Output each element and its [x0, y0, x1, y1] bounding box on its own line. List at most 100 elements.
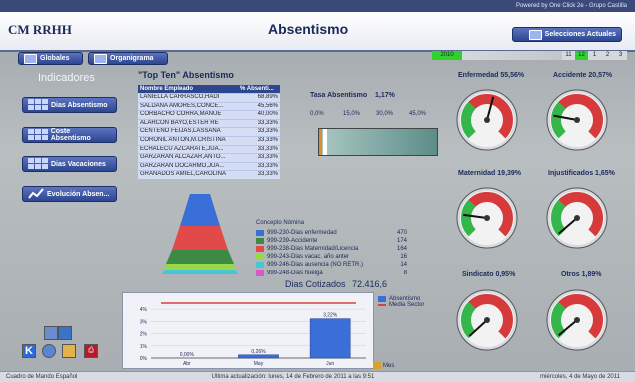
x-tick-label: Jun: [326, 361, 334, 367]
bar-data-label: 3,22%: [323, 313, 338, 319]
photo-icon[interactable]: [44, 326, 58, 340]
grid-icon: [28, 158, 48, 169]
gauge-hub: [574, 117, 580, 123]
gauge-label: Injustificados 1,65%: [548, 170, 615, 177]
accidente-gauge: [546, 89, 608, 151]
x-tick-label: Abr: [183, 361, 191, 367]
y-tick-label: 1%: [140, 344, 148, 350]
concept-value: 174: [396, 237, 407, 244]
gauge-hub: [484, 317, 490, 323]
concept-value: 14: [400, 261, 407, 268]
tasa-absentismo-value: 1,17%: [375, 92, 395, 99]
concept-label: 999-243-Dias vacac. año anter: [267, 253, 350, 260]
coste-absentismo-label: Coste Absentismo: [50, 128, 91, 142]
xlabel-text: Mes: [383, 362, 395, 369]
print-icon[interactable]: ⎙: [84, 344, 98, 358]
legend-swatch: [256, 261, 264, 268]
absence-percent: 33,33%: [238, 127, 280, 137]
employee-name: CORONIL ANTON,M.CRISTINA: [138, 135, 238, 146]
table-row[interactable]: CENTENO FEIJAS,LASSANA 33,33%: [138, 127, 280, 137]
concept-legend-item[interactable]: 999-248-Dias huelga 8: [256, 269, 416, 276]
people-icon[interactable]: [58, 326, 72, 340]
month-cell[interactable]: 11: [562, 51, 575, 60]
absence-percent: 33,33%: [238, 161, 280, 171]
month-cell[interactable]: 3: [614, 51, 627, 60]
legend-swatch: [378, 296, 386, 302]
month-toggle-icon[interactable]: [373, 362, 381, 369]
grid-icon: [28, 129, 48, 140]
absence-percent: 33,33%: [238, 144, 280, 154]
dias-cotizados-value: 72.416,6: [352, 279, 388, 289]
y-tick-label: 2%: [140, 332, 148, 338]
status-right: miércoles, 4 de Mayo de 2011: [540, 374, 620, 380]
gauge-label: Sindicato 0,95%: [462, 271, 516, 278]
dias-absentismo-button[interactable]: Dias Absentismo: [22, 97, 117, 113]
bar-data-label: 0,00%: [180, 352, 195, 358]
dias-vacaciones-button[interactable]: Dias Vacaciones: [22, 156, 117, 172]
bar-chart-legend: Absentismo Media Sector: [378, 296, 424, 308]
table-row[interactable]: ALARCON BAYO,ESTER RE 33,33%: [138, 118, 280, 128]
gauge-label: Otros 1,89%: [561, 271, 602, 278]
tasa-tick: 0,0%: [310, 111, 324, 117]
employee-name: LANIELLA CARRASCO,HADI: [138, 93, 238, 103]
absence-percent: 33,33%: [238, 135, 280, 146]
table-row[interactable]: LANIELLA CARRASCO,HADI 68,89%: [138, 93, 280, 103]
status-center: Ultima actualización: lunes, 14 de Febre…: [211, 374, 375, 380]
dias-cotizados-label: Dias Cotizados: [285, 279, 346, 289]
selecciones-actuales-button[interactable]: Selecciones Actuales: [512, 27, 622, 42]
org-chart-icon: [94, 53, 107, 64]
tasa-tick: 30,0%: [376, 111, 394, 117]
tasa-absentismo-bar: [318, 128, 438, 156]
concept-legend-item[interactable]: 999-239-Accidente 174: [256, 237, 416, 244]
absence-percent: 45,56%: [238, 101, 280, 111]
table-row[interactable]: CORONIL ANTON,M.CRISTINA 33,33%: [138, 135, 280, 146]
table-row[interactable]: GRANADOS AMIEL,CAROLINA 33,33%: [138, 170, 280, 179]
month-cell[interactable]: 12: [575, 51, 588, 60]
concept-legend-item[interactable]: 999-238-Dias Maternidad/Licencia 164: [256, 245, 416, 252]
users-icon[interactable]: [62, 344, 76, 358]
coste-absentismo-button[interactable]: Coste Absentismo: [22, 127, 117, 143]
employee-name: GRANADOS AMIEL,CAROLINA: [138, 170, 238, 179]
x-tick-label: May: [254, 361, 264, 367]
tasa-fill: [319, 129, 323, 155]
dias-vacaciones-label: Dias Vacaciones: [51, 160, 106, 168]
concept-label: 999-238-Dias Maternidad/Licencia: [267, 245, 359, 252]
maternidad-gauge: [456, 187, 518, 249]
tab-globales[interactable]: Globales: [18, 52, 83, 65]
concept-legend-item[interactable]: 999-243-Dias vacac. año anter 16: [256, 253, 416, 260]
table-row[interactable]: GARZARAN ALCAZAR,ANTO... 33,33%: [138, 153, 280, 163]
back-icon[interactable]: K: [22, 344, 36, 358]
table-row[interactable]: SALDANA AMORES,CONCE... 45,56%: [138, 101, 280, 111]
gauge-hub: [484, 215, 490, 221]
column-header-percent[interactable]: % Absenti...: [238, 85, 280, 94]
gauge-hub: [484, 117, 490, 123]
tab-organigrama[interactable]: Organigrama: [88, 52, 168, 65]
column-header-employee[interactable]: Nombre Empleado: [138, 85, 238, 94]
funnel-segment: [180, 194, 220, 226]
concept-value: 16: [400, 253, 407, 260]
employee-name: SALDANA AMORES,CONCE...: [138, 101, 238, 111]
table-row[interactable]: CORBACHO CORRA,MANUE 40,00%: [138, 110, 280, 120]
table-row[interactable]: ECHALECU AZCARATE,JUA... 33,33%: [138, 144, 280, 154]
bar: [309, 318, 351, 359]
concept-legend-item[interactable]: 999-230-Dias enfermedad 470: [256, 229, 416, 236]
concept-legend-title: Concepto Nómina: [256, 220, 305, 226]
trend-line-icon: [28, 188, 44, 199]
legend-item-media-sector[interactable]: Media Sector: [378, 302, 424, 308]
app-title: CM RRHH: [8, 22, 72, 37]
evolucion-absentismo-button[interactable]: Evolución Absen...: [22, 186, 117, 202]
employee-name: CORBACHO CORRA,MANUE: [138, 110, 238, 120]
year-cell[interactable]: 2010: [432, 51, 462, 60]
dias-absentismo-label: Dias Absentismo: [51, 101, 108, 109]
table-row[interactable]: GARZARAN DOCARMO,JUA... 33,33%: [138, 161, 280, 171]
funnel-segment: [166, 250, 234, 264]
month-cell[interactable]: 2: [601, 51, 614, 60]
bar-data-label: 0,26%: [251, 349, 266, 355]
legend-swatch: [256, 229, 264, 236]
concept-value: 470: [396, 229, 407, 236]
table-header-row: Nombre Empleado % Absenti...: [138, 85, 280, 94]
refresh-icon[interactable]: [42, 344, 56, 358]
concept-legend-item[interactable]: 999-246-Dias ausencia (NO RETR.) 14: [256, 261, 416, 268]
month-cell[interactable]: 1: [588, 51, 601, 60]
concept-label: 999-230-Dias enfermedad: [267, 229, 337, 236]
